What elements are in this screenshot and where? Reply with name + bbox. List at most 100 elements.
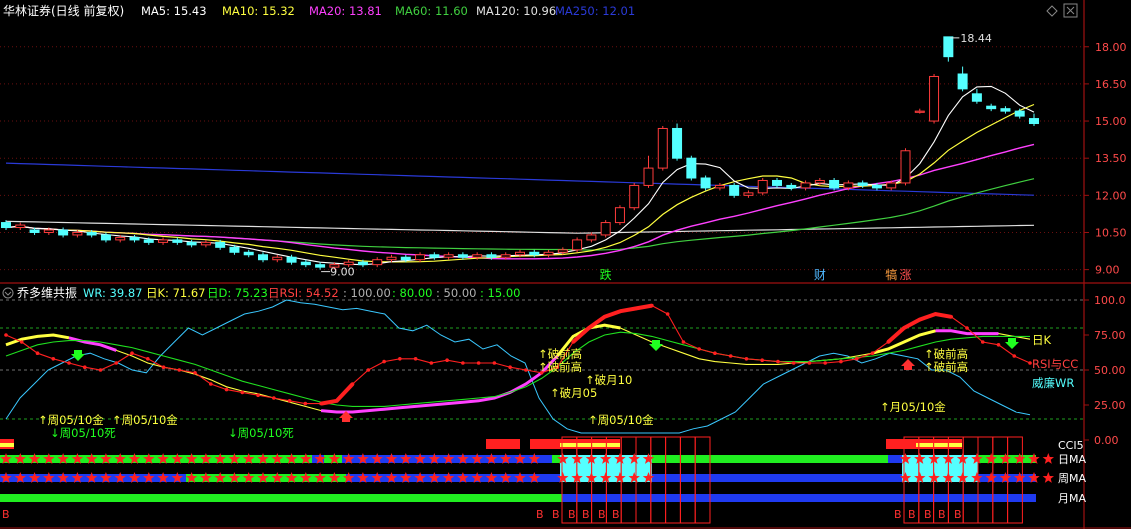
candle-body <box>929 75 940 122</box>
candle-body <box>43 229 54 233</box>
rsi-point <box>776 359 780 364</box>
price-tick-label: 9.00 <box>1095 264 1120 277</box>
candle-body <box>357 261 368 266</box>
buy-marker: B <box>612 508 620 521</box>
rsi-point <box>1012 354 1017 358</box>
price-tick-label: 13.50 <box>1095 152 1127 165</box>
candle-body <box>772 179 782 186</box>
candle-body <box>15 224 26 229</box>
candle-body <box>529 251 540 256</box>
buy-marker: B <box>598 508 606 521</box>
rsi-point <box>965 326 969 330</box>
candle-body <box>786 184 797 189</box>
chart-title: 华林证券(日线 前复权) <box>3 3 124 18</box>
rsi-point <box>224 387 229 392</box>
candle-body <box>586 234 597 241</box>
candle-body <box>343 261 354 266</box>
ma5-legend: MA5: 15.43 <box>141 4 207 18</box>
candle-body <box>500 254 511 258</box>
candle-body <box>1014 110 1025 117</box>
rsi-point <box>319 401 323 406</box>
candle-body <box>886 182 897 189</box>
buy-marker: B <box>954 508 962 521</box>
rsi-point <box>193 371 197 375</box>
candle-body <box>457 254 468 258</box>
signal-row-label: 月MA <box>1058 492 1086 505</box>
candle-body <box>129 236 140 241</box>
signal-annotation: ↑破前高 <box>538 347 582 361</box>
indicator-tick-label: 0.00 <box>1094 434 1119 447</box>
signal-annotation: ↑月05/10金 <box>880 400 946 414</box>
rsi-point <box>996 343 1001 347</box>
ma20-legend: MA20: 13.81 <box>309 4 382 18</box>
rsi-point <box>130 351 134 356</box>
candle-body <box>229 246 240 253</box>
candle-body <box>800 182 811 189</box>
rsi-point <box>870 351 875 356</box>
candle-body <box>429 254 440 258</box>
candle-body <box>143 239 154 243</box>
event-marker: 涨 <box>900 267 912 282</box>
candle-body <box>743 192 754 196</box>
rsi-point <box>177 368 182 372</box>
candle-body <box>1029 118 1039 125</box>
rsi-point <box>145 357 150 361</box>
signal-annotation: ↑破前高 <box>924 347 968 361</box>
rsi-point <box>571 340 575 344</box>
signal-annotation: ↑周05/10金 <box>38 413 104 427</box>
candle-body <box>258 254 268 261</box>
candle-body <box>672 127 683 159</box>
rsi-point <box>917 317 922 322</box>
signal-row-label: 日MA <box>1058 453 1086 466</box>
rsi-point <box>492 361 497 365</box>
high-price-label: 18.44 <box>960 32 992 45</box>
rsi-point <box>4 333 8 337</box>
candle-body <box>115 236 126 241</box>
candle-body <box>100 234 111 241</box>
line100-legend: : 100.00 <box>343 286 391 300</box>
signal-row-label: 周MA <box>1058 472 1086 485</box>
rsi-point <box>256 393 260 398</box>
candle-body <box>472 254 483 258</box>
rsi-point <box>839 359 843 364</box>
wr-legend: WR: 39.87 <box>83 286 142 300</box>
candle-body <box>843 182 854 189</box>
k-legend: 日K: 71.67 <box>146 286 206 300</box>
price-tick-label: 15.00 <box>1095 115 1127 128</box>
rsi-point <box>413 357 418 361</box>
rsi-point <box>697 347 701 351</box>
indicator-tick-label: 75.00 <box>1094 329 1126 342</box>
cyan-block <box>902 455 978 482</box>
rsi-point <box>67 361 71 365</box>
rsi-point <box>760 358 764 363</box>
candle-body <box>515 251 525 256</box>
candle-body <box>900 150 911 184</box>
rsi-point <box>681 340 686 344</box>
signal-annotation: ↓周05/10死 <box>50 426 116 440</box>
buy-marker: B <box>552 508 560 521</box>
candle-body <box>686 157 697 179</box>
ma60-legend: MA60: 11.60 <box>395 4 468 18</box>
candle-body <box>286 256 297 263</box>
rsi-point <box>618 309 623 314</box>
low-price-label: 9.00 <box>330 266 355 279</box>
rsi-point <box>587 326 591 330</box>
rsi-point <box>728 354 733 358</box>
candle-body <box>600 222 611 236</box>
rsi-point <box>35 351 40 356</box>
buy-marker: B <box>938 508 946 521</box>
rsi-point <box>19 340 24 344</box>
candle-body <box>1 222 11 229</box>
rsi-point <box>429 361 434 365</box>
rsi-point <box>82 365 87 370</box>
monthly-ma-bar-blue <box>562 494 1036 502</box>
candle-body <box>186 241 197 246</box>
event-marker: 犒 <box>885 267 897 282</box>
candle-body <box>443 254 454 258</box>
price-tick-label: 10.50 <box>1095 226 1127 239</box>
ma10-legend: MA10: 15.32 <box>222 4 295 18</box>
candle-body <box>315 264 326 268</box>
series-right-label: 威廉WR <box>1032 376 1074 390</box>
candle-body <box>914 110 925 113</box>
rsi-point <box>713 351 717 356</box>
